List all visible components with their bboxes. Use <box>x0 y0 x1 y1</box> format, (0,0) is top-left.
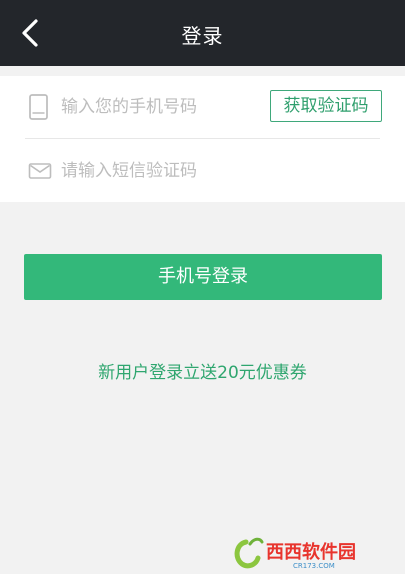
phone-row: 获取验证码 <box>0 76 405 139</box>
page-title: 登录 <box>181 24 224 48</box>
header-bar: 登录 <box>0 0 405 66</box>
divider <box>25 138 380 139</box>
code-row <box>0 140 405 202</box>
promo-text: 新用户登录立送20元优惠券 <box>98 363 307 383</box>
mail-icon <box>28 158 52 184</box>
login-form: 获取验证码 <box>0 76 405 202</box>
sms-code-input[interactable] <box>61 155 261 187</box>
get-code-button[interactable]: 获取验证码 <box>270 90 382 122</box>
watermark-site-name: 西西软件园 <box>266 541 356 563</box>
watermark-logo: 西西软件园 CR173.COM <box>232 534 397 570</box>
phone-login-button[interactable]: 手机号登录 <box>24 254 382 300</box>
phone-input[interactable] <box>61 91 261 123</box>
phone-icon <box>28 94 50 120</box>
watermark-site-url: CR173.COM <box>293 562 335 570</box>
